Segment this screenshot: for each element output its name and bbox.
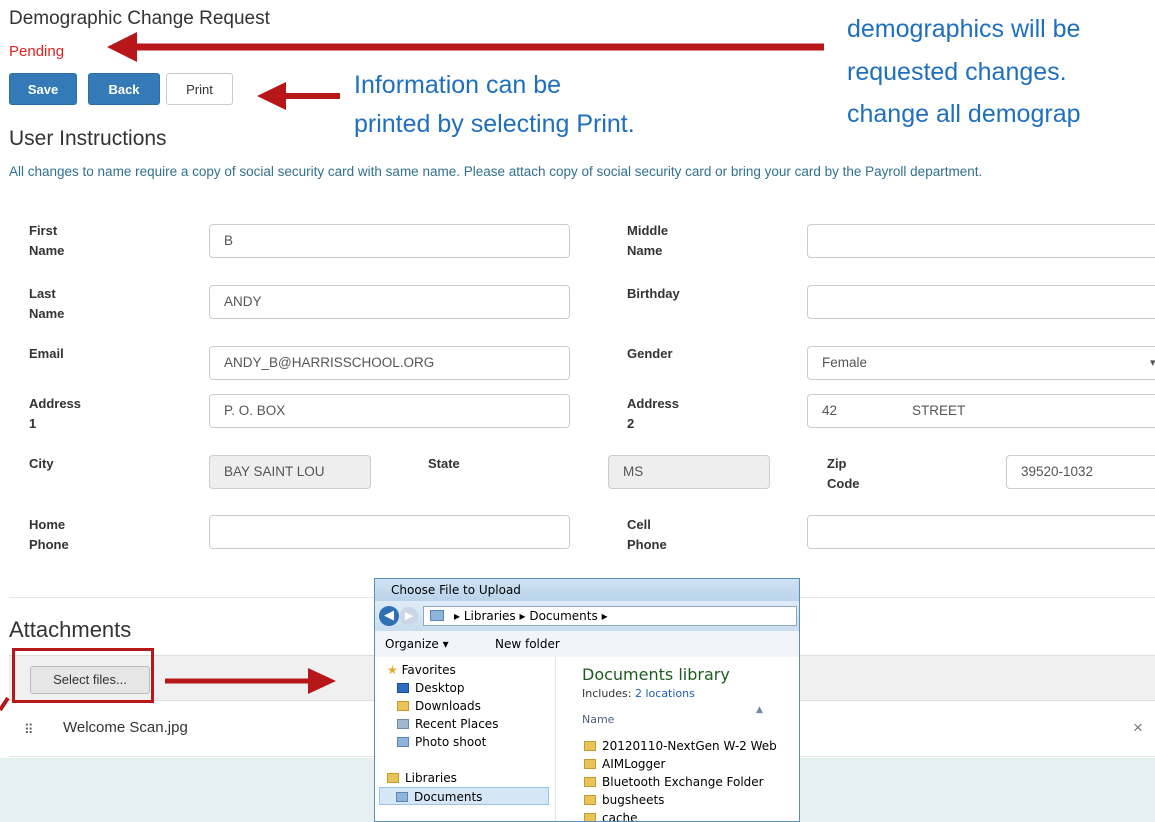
folder-icon bbox=[584, 795, 596, 805]
nav-desktop[interactable]: Desktop bbox=[397, 679, 465, 697]
print-annotation-line2: printed by selecting Print. bbox=[354, 110, 635, 138]
print-arrow bbox=[257, 82, 340, 110]
dialog-address-bar: ◀ ▶ ▸ Libraries ▸ Documents ▸ bbox=[375, 601, 799, 631]
library-includes: Includes: 2 locations bbox=[582, 687, 695, 700]
file-item[interactable]: AIMLogger bbox=[584, 755, 665, 773]
sort-chevron-icon: ▲ bbox=[756, 705, 763, 715]
file-upload-dialog[interactable]: Choose File to Upload ◀ ▶ ▸ Libraries ▸ … bbox=[374, 578, 800, 822]
back-arrow-icon[interactable]: ◀ bbox=[379, 606, 399, 626]
pending-arrow bbox=[107, 32, 824, 62]
forward-arrow-icon[interactable]: ▶ bbox=[400, 607, 418, 625]
dialog-file-pane: Documents library Includes: 2 locations … bbox=[556, 657, 799, 821]
file-item[interactable]: bugsheets bbox=[584, 791, 664, 809]
top-right-annotation-line1: demographics will be bbox=[847, 15, 1081, 43]
folder-icon bbox=[584, 777, 596, 787]
documents-icon bbox=[396, 792, 408, 802]
dialog-nav-pane: ★ Favorites Desktop Downloads Recent Pla… bbox=[375, 657, 556, 821]
new-folder-button[interactable]: New folder bbox=[495, 631, 560, 657]
library-icon bbox=[430, 610, 444, 621]
downloads-icon bbox=[397, 701, 409, 711]
nav-favorites[interactable]: ★ Favorites bbox=[387, 661, 456, 679]
library-title: Documents library bbox=[582, 665, 730, 684]
organize-menu[interactable]: Organize ▾ bbox=[385, 631, 449, 657]
desktop-icon bbox=[397, 683, 409, 693]
top-right-annotation-line3: change all demograp bbox=[847, 100, 1081, 128]
nav-photo-shoot[interactable]: Photo shoot bbox=[397, 733, 486, 751]
file-item[interactable]: 20120110-NextGen W-2 Web bbox=[584, 737, 777, 755]
column-name-header[interactable]: Name bbox=[582, 713, 614, 726]
select-files-arrow bbox=[165, 668, 336, 694]
folder-icon bbox=[584, 813, 596, 821]
photo-shoot-icon bbox=[397, 737, 409, 747]
nav-libraries[interactable]: Libraries bbox=[387, 769, 457, 787]
breadcrumb[interactable]: ▸ Libraries ▸ Documents ▸ bbox=[423, 606, 797, 626]
star-icon: ★ bbox=[387, 663, 398, 677]
edge-arrow bbox=[0, 696, 10, 712]
nav-downloads[interactable]: Downloads bbox=[397, 697, 481, 715]
nav-recent-places[interactable]: Recent Places bbox=[397, 715, 498, 733]
includes-link[interactable]: 2 locations bbox=[635, 687, 695, 700]
print-annotation-line1: Information can be bbox=[354, 71, 562, 99]
folder-icon bbox=[584, 759, 596, 769]
recent-places-icon bbox=[397, 719, 409, 729]
folder-icon bbox=[584, 741, 596, 751]
dialog-command-bar: Organize ▾ New folder bbox=[375, 631, 799, 658]
nav-documents[interactable]: Documents bbox=[379, 787, 549, 805]
file-item[interactable]: cache bbox=[584, 809, 638, 821]
dialog-title: Choose File to Upload bbox=[375, 579, 799, 601]
libraries-icon bbox=[387, 773, 399, 783]
file-item[interactable]: Bluetooth Exchange Folder bbox=[584, 773, 764, 791]
top-right-annotation-line2: requested changes. bbox=[847, 58, 1067, 86]
